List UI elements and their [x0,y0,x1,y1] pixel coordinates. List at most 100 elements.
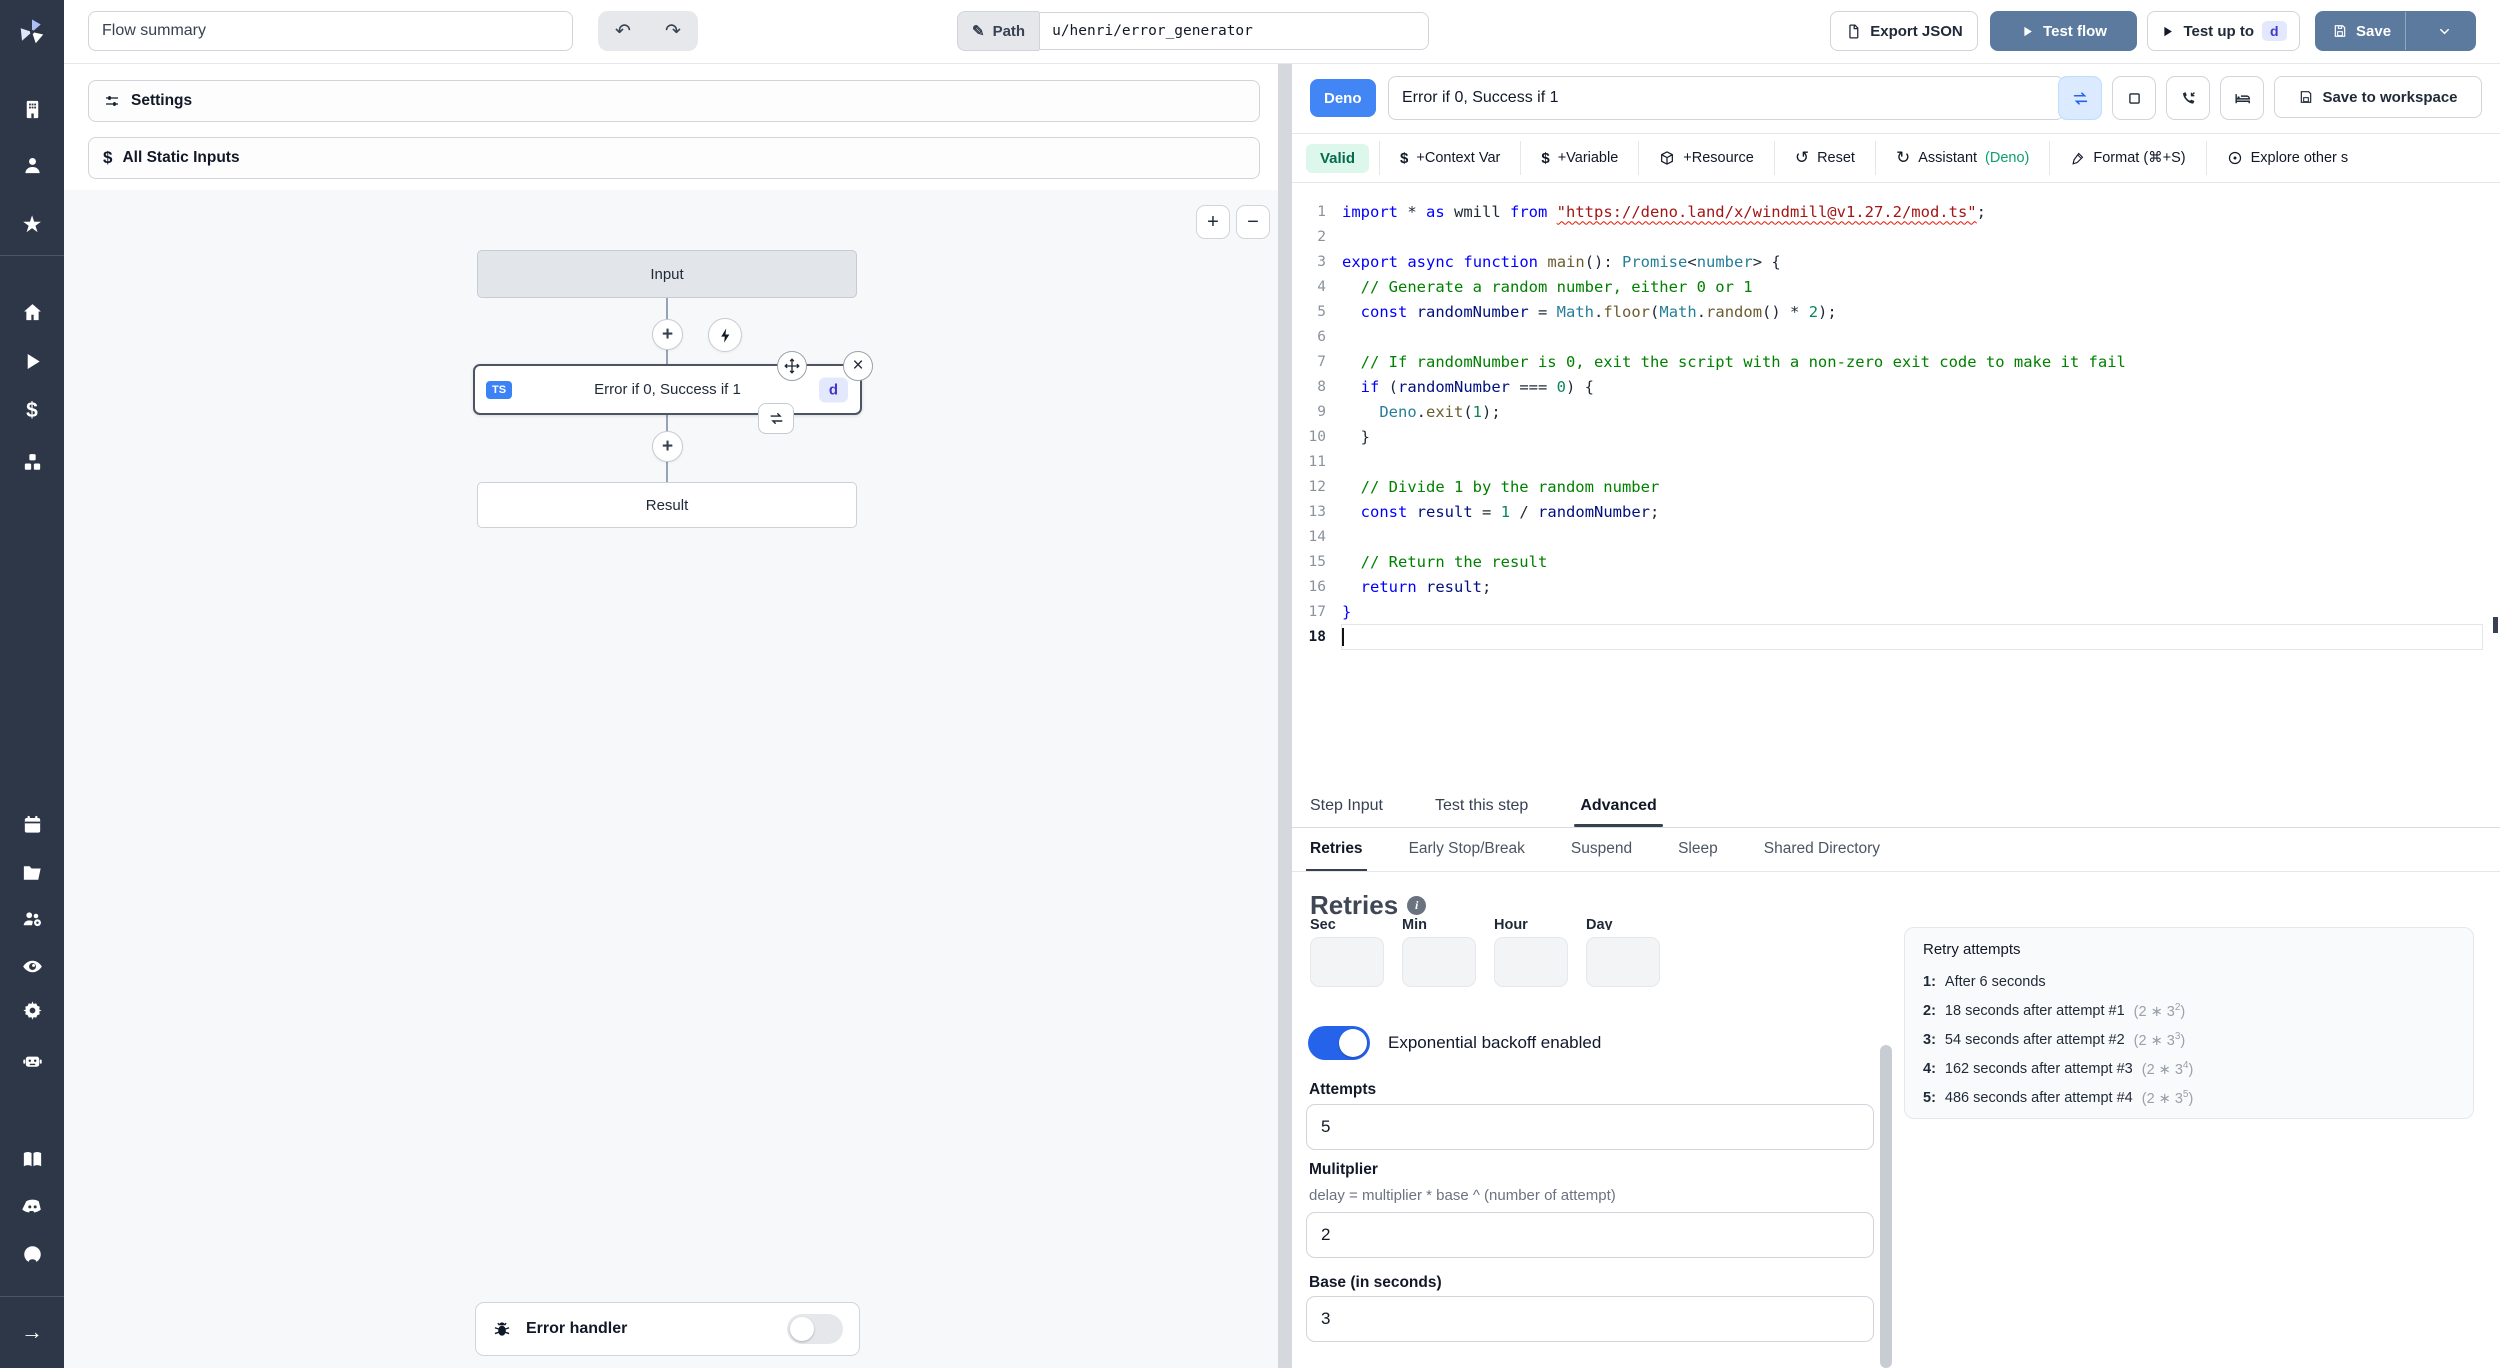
format-button[interactable]: Format (⌘+S) [2049,141,2205,175]
attempts-input[interactable]: 5 [1306,1104,1874,1150]
subtab-retries[interactable]: Retries [1306,828,1367,871]
error-handler-toggle[interactable] [787,1314,843,1344]
deno-language-badge: Deno [1310,79,1376,117]
canvas-zoom-out-button[interactable]: − [1236,205,1270,239]
subtab-early-stop-break[interactable]: Early Stop/Break [1409,828,1525,871]
add-context-var-button[interactable]: $ +Context Var [1379,141,1520,175]
tab-step-input[interactable]: Step Input [1310,788,1383,827]
exponential-backoff-toggle[interactable] [1308,1026,1370,1060]
code-line[interactable]: 2 [1292,224,2500,249]
code-line[interactable]: 16 return result; [1292,574,2500,599]
line-number: 4 [1317,278,1326,295]
save-dropdown-button[interactable] [2414,12,2475,50]
workers-icon[interactable] [0,1045,64,1075]
code-line[interactable]: 5 const randomNumber = Math.floor(Math.r… [1292,299,2500,324]
workspace-icon[interactable] [0,94,64,124]
base-input[interactable]: 3 [1306,1296,1874,1342]
input-node[interactable]: Input [477,250,857,298]
favorites-icon[interactable]: ★ [0,209,64,239]
save-icon [2334,25,2346,37]
panel-scrollbar[interactable] [1880,1045,1892,1368]
test-up-to-button[interactable]: Test up to d [2147,11,2300,51]
code-editor[interactable]: 1 import * as wmill from "https://deno.la… [1292,183,2500,786]
move-step-button[interactable] [777,351,807,381]
tab-test-this-step[interactable]: Test this step [1435,788,1528,827]
subtab-suspend[interactable]: Suspend [1571,828,1632,871]
code-line[interactable]: 9 Deno.exit(1); [1292,399,2500,424]
bug-icon [494,1322,510,1336]
folders-icon[interactable] [0,857,64,887]
code-line[interactable]: 14 [1292,524,2500,549]
sec-input[interactable] [1310,937,1384,987]
path-input[interactable]: u/henri/error_generator [1039,12,1430,50]
subtab-sleep[interactable]: Sleep [1678,828,1718,871]
panel-splitter[interactable] [1278,63,1292,1368]
reset-button[interactable]: ↺ Reset [1773,141,1875,175]
code-line[interactable]: 6 [1292,324,2500,349]
step-editor-panel: Deno Error if 0, Success if 1 Save to wo… [1292,63,2500,1368]
tab-advanced[interactable]: Advanced [1574,788,1664,827]
canvas-zoom-in-button[interactable]: + [1196,205,1230,239]
discord-icon[interactable] [0,1191,64,1221]
expand-sidebar-icon[interactable]: → [0,1317,64,1347]
day-input[interactable] [1586,937,1660,987]
schedules-icon[interactable] [0,809,64,839]
flow-settings-button[interactable]: Settings [88,80,1260,122]
hour-input[interactable] [1494,937,1568,987]
code-line[interactable]: 11 [1292,449,2500,474]
assistant-button[interactable]: ↻ Assistant (Deno) [1874,141,2049,175]
windmill-logo-icon[interactable] [0,0,64,63]
user-icon[interactable] [0,150,64,180]
explore-scripts-button[interactable]: Explore other s [2205,141,2369,175]
insert-step-below-button[interactable]: + [652,431,683,462]
trigger-icon[interactable] [708,318,742,352]
github-icon[interactable] [0,1239,64,1269]
save-to-workspace-button[interactable]: Save to workspace [2274,76,2482,118]
export-json-button[interactable]: Export JSON [1830,11,1978,51]
code-line[interactable]: 17} [1292,599,2500,624]
min-input[interactable] [1402,937,1476,987]
sleep-button[interactable] [2220,76,2264,120]
error-handler-box[interactable]: Error handler [475,1302,860,1356]
step-title-input[interactable]: Error if 0, Success if 1 [1388,76,2064,120]
multiplier-input[interactable]: 2 [1306,1212,1874,1258]
runs-icon[interactable] [0,346,64,376]
delete-step-button[interactable]: × [843,351,873,381]
undo-icon[interactable]: ↶ [598,20,648,43]
code-line[interactable]: 12 // Divide 1 by the random number [1292,474,2500,499]
docs-icon[interactable] [0,1144,64,1174]
info-icon[interactable]: i [1407,896,1427,915]
code-line[interactable]: 15 // Return the result [1292,549,2500,574]
insert-step-above-button[interactable]: + [652,319,683,350]
audit-logs-icon[interactable] [0,951,64,981]
retry-attempt-row: 1: After 6 seconds [1923,973,2046,990]
retry-attempt-row: 4: 162 seconds after attempt #3 (2 ∗ 34) [1923,1059,2194,1078]
subtab-shared-directory[interactable]: Shared Directory [1764,828,1880,871]
add-resource-button[interactable]: +Resource [1638,141,1774,175]
step-retry-indicator[interactable] [758,403,794,434]
code-line[interactable]: 18 [1292,623,2500,650]
code-line[interactable]: 13 const result = 1 / randomNumber; [1292,499,2500,524]
suspend-button[interactable] [2166,76,2210,120]
code-line[interactable]: 8 if (randomNumber === 0) { [1292,374,2500,399]
groups-icon[interactable] [0,903,64,933]
test-flow-button[interactable]: Test flow [1990,11,2137,51]
result-node[interactable]: Result [477,482,857,528]
retries-toggle-button[interactable] [2058,76,2102,120]
save-button[interactable]: Save [2316,12,2407,50]
flow-summary-input[interactable]: Flow summary [88,11,573,51]
resources-icon[interactable] [0,447,64,477]
code-line[interactable]: 3 export async function main(): Promise<n… [1292,249,2500,274]
variables-icon[interactable]: $ [0,396,64,426]
early-stop-button[interactable] [2112,76,2156,120]
code-line[interactable]: 7 // If randomNumber is 0, exit the scri… [1292,349,2500,374]
settings-icon[interactable] [0,995,64,1025]
all-static-inputs-button[interactable]: $ All Static Inputs [88,137,1260,179]
code-line[interactable]: 1 import * as wmill from "https://deno.la… [1292,199,2500,224]
line-number: 10 [1308,428,1326,445]
add-variable-button[interactable]: $ +Variable [1520,141,1638,175]
home-icon[interactable] [0,297,64,327]
redo-icon[interactable]: ↷ [648,20,698,43]
code-line[interactable]: 4 // Generate a random number, either 0 … [1292,274,2500,299]
code-line[interactable]: 10 } [1292,424,2500,449]
